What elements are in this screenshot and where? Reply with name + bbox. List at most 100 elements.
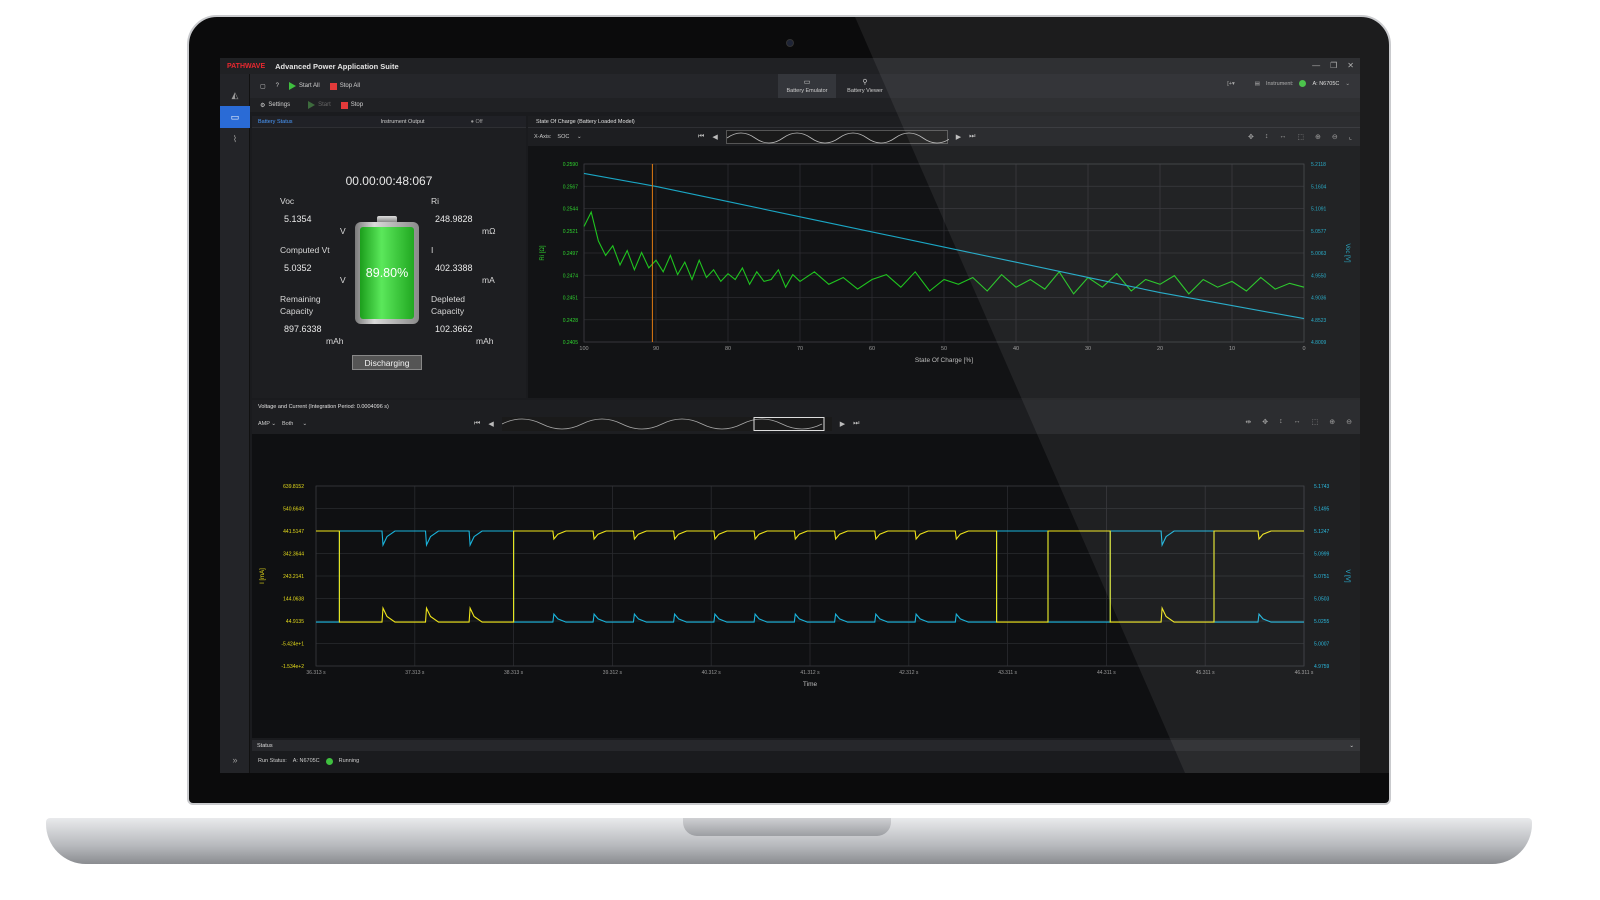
play-icon [308, 101, 316, 109]
y2-tick-label: 4.8009 [1311, 340, 1327, 346]
reset-axes-icon[interactable]: ⌞ [1349, 133, 1352, 141]
computed-vt-value: 5.0352 [284, 263, 312, 273]
fit-icon[interactable]: ⇹ [1245, 418, 1251, 426]
x-tick-label: 39.312 s [603, 670, 623, 676]
y2-tick-label: 4.9036 [1311, 296, 1327, 302]
fast-forward-icon[interactable]: ⏭ [969, 133, 975, 141]
vc-chart-title: Voltage and Current (Integration Period:… [258, 404, 389, 410]
x-axis-title: State Of Charge [%] [915, 357, 973, 364]
x-tick-label: 40 [1013, 346, 1019, 352]
x-tick-label: 80 [725, 346, 731, 352]
horizontal-zoom-icon[interactable]: ↔ [1294, 418, 1301, 426]
folder-icon[interactable]: ▢ [260, 83, 266, 90]
y-tick-label: 342.3644 [283, 552, 304, 558]
x-tick-label: 37.313 s [405, 670, 425, 676]
settings-button[interactable]: ⚙ Settings [260, 102, 290, 109]
horizontal-zoom-icon[interactable]: ↔ [1279, 133, 1286, 141]
mode-select[interactable]: AMP ⌄ [258, 421, 276, 427]
waveform-icon[interactable]: ⌇ [220, 128, 250, 150]
zoom-in-icon[interactable]: ⊕ [1315, 133, 1321, 141]
run-status-instrument: A: N6705C [292, 758, 320, 764]
fast-forward-icon[interactable]: ⏭ [853, 420, 859, 428]
depleted-capacity-label-2: Capacity [431, 306, 465, 316]
vc-chart-toolbar: AMP ⌄ Both ⌄ ⏮ ◀ ▶ ⏭ ⇹ ✥ ↕ ↔ ⬚ ⊕ ⊖ [252, 414, 1360, 434]
instrument-icon: ▤ [1254, 80, 1260, 87]
zoom-box-icon[interactable]: ⬚ [1312, 418, 1319, 426]
y2-tick-label: 5.1743 [1314, 484, 1330, 490]
zoom-out-icon[interactable]: ⊖ [1346, 418, 1352, 426]
stop-all-button[interactable]: Stop All [329, 82, 360, 90]
step-forward-icon[interactable]: ▶ [956, 133, 961, 141]
x-tick-label: 40.312 s [702, 670, 722, 676]
remaining-capacity-label-2: Capacity [280, 306, 314, 316]
vertical-zoom-icon[interactable]: ↕ [1279, 418, 1283, 426]
connect-icon[interactable]: [+▾ [1227, 81, 1235, 87]
secondary-toolbar: ⚙ Settings Start Stop [250, 98, 1360, 112]
connected-icon [1299, 80, 1307, 87]
instrument-selector[interactable]: [+▾ ▤ Instrument: A: N6705C ⌄ [1227, 80, 1350, 87]
rewind-icon[interactable]: ⏮ [474, 420, 480, 428]
channel-select[interactable]: Both ⌄ [282, 421, 307, 427]
pan-icon[interactable]: ✥ [1248, 133, 1254, 141]
step-back-icon[interactable]: ◀ [712, 133, 717, 141]
y2-tick-label: 4.8523 [1311, 318, 1327, 324]
vertical-zoom-icon[interactable]: ↕ [1265, 133, 1269, 141]
zoom-box-icon[interactable]: ⬚ [1297, 133, 1304, 141]
step-forward-icon[interactable]: ▶ [840, 420, 845, 428]
status-header[interactable]: Status ⌄ [252, 740, 1360, 751]
pan-icon[interactable]: ✥ [1262, 418, 1268, 426]
vc-chart-panel: 36.313 s 37.313 s 38.313 s 39.312 s 40.312 s… [252, 434, 1360, 738]
x-tick-label: 36.313 s [306, 670, 326, 676]
x-tick-label: 43.311 s [998, 670, 1017, 676]
y2-tick-label: 5.0503 [1314, 597, 1330, 603]
y-tick-label: -5.424e+1 [281, 642, 304, 648]
output-toggle[interactable]: ● Off [465, 119, 489, 125]
rewind-icon[interactable]: ⏮ [698, 133, 704, 141]
y-tick-label: 540.6649 [283, 507, 304, 513]
start-button[interactable]: Start [308, 101, 331, 109]
chevron-down-icon: ⌄ [1349, 742, 1354, 749]
y-tick-label: 0.2497 [563, 251, 579, 257]
soc-chart-title: State Of Charge (Battery Loaded Model) [536, 118, 635, 125]
x-tick-label: 30 [1085, 346, 1091, 352]
help-icon[interactable]: ? [276, 83, 279, 89]
tab-battery-emulator[interactable]: ▭ Battery Emulator [778, 74, 836, 98]
battery-icon: ▭ [803, 79, 811, 86]
tab-battery-viewer[interactable]: ⚲ Battery Viewer [836, 74, 894, 98]
chart-icon[interactable]: ◭ [220, 84, 250, 106]
soc-chart[interactable]: 100 90 80 70 60 50 40 30 20 10 00.2590 5.21180.2567… [528, 146, 1360, 398]
x-tick-label: 90 [653, 346, 659, 352]
minimize-icon[interactable]: — [1312, 61, 1320, 70]
voc-unit: V [340, 226, 346, 236]
current-value: 402.3388 [435, 263, 473, 273]
y2-tick-label: 5.0063 [1311, 251, 1327, 257]
expand-icon[interactable]: » [220, 749, 250, 771]
vc-chart-header: Voltage and Current (Integration Period:… [252, 400, 1360, 414]
start-all-button[interactable]: Start All [289, 82, 320, 90]
tab-battery-status[interactable]: Battery Status [252, 119, 299, 125]
zoom-out-icon[interactable]: ⊖ [1332, 133, 1338, 141]
run-status-label: Run Status: [258, 758, 287, 764]
close-icon[interactable]: ✕ [1347, 61, 1354, 70]
x-tick-label: 100 [579, 346, 588, 352]
zoom-in-icon[interactable]: ⊕ [1329, 418, 1335, 426]
vc-minimap[interactable] [501, 417, 832, 431]
battery-status-panel: Battery Status Instrument Output ● Off 0… [252, 116, 526, 398]
step-back-icon[interactable]: ◀ [488, 420, 493, 428]
vc-minimap-wave [501, 417, 825, 431]
x-tick-label: 20 [1157, 346, 1163, 352]
battery-icon[interactable]: ▭ [220, 106, 250, 128]
remaining-capacity-unit: mAh [326, 336, 344, 346]
vc-chart[interactable]: 36.313 s 37.313 s 38.313 s 39.312 s 40.312 s… [252, 434, 1360, 738]
x-tick-label: 42.312 s [899, 670, 919, 676]
x-tick-label: 41.312 s [800, 670, 820, 676]
discharging-button[interactable]: Discharging [352, 355, 422, 370]
maximize-icon[interactable]: ❐ [1330, 61, 1337, 70]
gear-icon: ⚙ [260, 102, 266, 109]
x-axis-select[interactable]: SOC ⌄ [557, 134, 581, 140]
tab-instrument-output[interactable]: Instrument Output [375, 119, 431, 125]
depleted-capacity-unit: mAh [476, 336, 494, 346]
depleted-capacity-value: 102.3662 [435, 324, 473, 334]
stop-button[interactable]: Stop [340, 101, 363, 109]
soc-minimap[interactable] [725, 130, 951, 144]
